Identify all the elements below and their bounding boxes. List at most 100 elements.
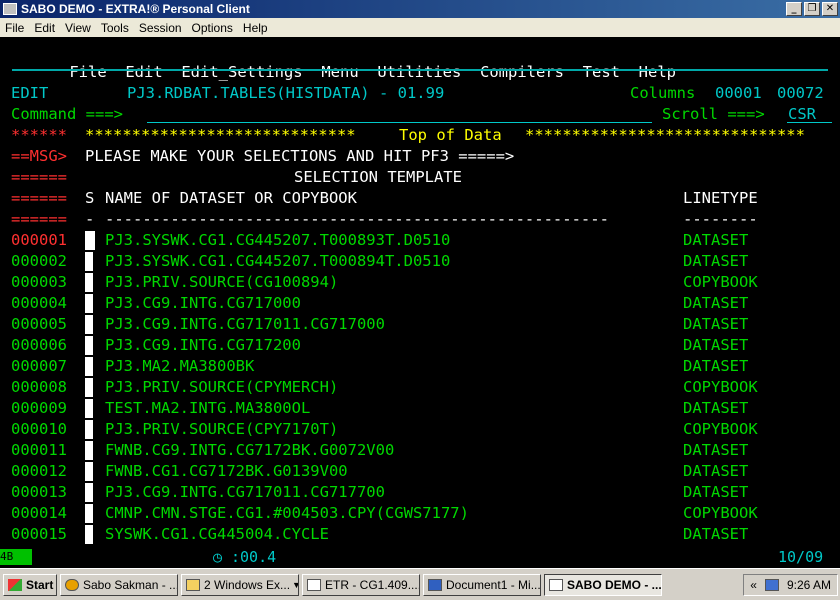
- dataset-name-cell[interactable]: PJ3.CG9.INTG.CG717000: [105, 293, 301, 314]
- line-number[interactable]: 000014: [11, 503, 67, 524]
- selection-field[interactable]: [85, 525, 93, 544]
- ispf-menu-file[interactable]: File: [69, 63, 106, 81]
- selection-field[interactable]: [85, 315, 93, 334]
- taskbar-item-sabo-sakman[interactable]: Sabo Sakman - ...: [60, 573, 178, 596]
- taskbar-item-windows-explorer[interactable]: 2 Windows Ex... ▼: [181, 573, 299, 596]
- response-timer: :00.4: [231, 548, 277, 566]
- linetype-cell[interactable]: DATASET: [683, 524, 748, 545]
- ispf-menu-test[interactable]: Test: [583, 63, 620, 81]
- dataset-name-cell[interactable]: PJ3.PRIV.SOURCE(CG100894): [105, 272, 338, 293]
- ispf-menu-help[interactable]: Help: [639, 63, 676, 81]
- line-number[interactable]: 000008: [11, 377, 67, 398]
- ispf-menu-compilers[interactable]: Compilers: [480, 63, 564, 81]
- selection-field[interactable]: [85, 378, 93, 397]
- line-number[interactable]: 000012: [11, 461, 67, 482]
- selection-field[interactable]: [85, 357, 93, 376]
- menu-options[interactable]: Options: [187, 21, 238, 35]
- menu-help[interactable]: Help: [238, 21, 273, 35]
- linetype-cell[interactable]: DATASET: [683, 356, 748, 377]
- linetype-cell[interactable]: DATASET: [683, 335, 748, 356]
- column-start: 00001: [715, 84, 762, 102]
- close-icon[interactable]: ✕: [822, 2, 838, 16]
- linetype-cell[interactable]: DATASET: [683, 482, 748, 503]
- selection-field[interactable]: [85, 504, 93, 523]
- dataset-name-cell[interactable]: PJ3.SYSWK.CG1.CG445207.T000893T.D0510: [105, 230, 450, 251]
- dataset-name-cell[interactable]: PJ3.CG9.INTG.CG717200: [105, 335, 301, 356]
- taskbar-item-label: Document1 - Mi...: [446, 577, 541, 592]
- line-number[interactable]: 000007: [11, 356, 67, 377]
- line-number[interactable]: 000011: [11, 440, 67, 461]
- linetype-cell[interactable]: DATASET: [683, 440, 748, 461]
- selection-field[interactable]: [85, 483, 93, 502]
- line-number[interactable]: 000013: [11, 482, 67, 503]
- selection-field[interactable]: [85, 231, 95, 250]
- ispf-menu-edit-settings[interactable]: Edit_Settings: [181, 63, 302, 81]
- tray-expand-icon[interactable]: «: [750, 578, 757, 592]
- line-number[interactable]: 000002: [11, 251, 67, 272]
- linetype-cell[interactable]: DATASET: [683, 461, 748, 482]
- cursor-position: 10/09: [778, 548, 824, 566]
- ispf-menu-utilities[interactable]: Utilities: [377, 63, 461, 81]
- dataset-name-cell[interactable]: PJ3.MA2.MA3800BK: [105, 356, 254, 377]
- selection-field[interactable]: [85, 441, 93, 460]
- line-number[interactable]: 000005: [11, 314, 67, 335]
- linetype-cell[interactable]: COPYBOOK: [683, 503, 758, 524]
- linetype-cell[interactable]: COPYBOOK: [683, 419, 758, 440]
- top-prefix: ******: [11, 126, 67, 144]
- app-icon[interactable]: [3, 3, 17, 15]
- dataset-name-cell[interactable]: PJ3.CG9.INTG.CG717011.CG717000: [105, 314, 385, 335]
- linetype-cell[interactable]: DATASET: [683, 314, 748, 335]
- restore-icon[interactable]: ❐: [804, 2, 820, 16]
- line-number[interactable]: 000001: [11, 230, 67, 251]
- dataset-name-cell[interactable]: SYSWK.CG1.CG445004.CYCLE: [105, 524, 329, 545]
- line-number[interactable]: 000015: [11, 524, 67, 545]
- minimize-icon[interactable]: _: [786, 2, 802, 16]
- linetype-cell[interactable]: DATASET: [683, 293, 748, 314]
- taskbar-item-sabo-demo[interactable]: SABO DEMO - ...: [544, 573, 662, 596]
- windows-logo-icon: [8, 578, 22, 591]
- menu-session[interactable]: Session: [134, 21, 187, 35]
- selection-field[interactable]: [85, 252, 93, 271]
- dataset-name-cell[interactable]: FWNB.CG9.INTG.CG7172BK.G0072V00: [105, 440, 394, 461]
- ispf-menu-edit[interactable]: Edit: [125, 63, 162, 81]
- selection-field[interactable]: [85, 336, 93, 355]
- linetype-cell[interactable]: COPYBOOK: [683, 272, 758, 293]
- selection-field[interactable]: [85, 294, 93, 313]
- selection-field[interactable]: [85, 462, 93, 481]
- linetype-cell[interactable]: DATASET: [683, 398, 748, 419]
- ispf-menu-menu[interactable]: Menu: [321, 63, 358, 81]
- line-number[interactable]: 000010: [11, 419, 67, 440]
- column-end: 00072: [777, 84, 824, 102]
- linetype-cell[interactable]: DATASET: [683, 230, 748, 251]
- line-number[interactable]: 000006: [11, 335, 67, 356]
- linetype-cell[interactable]: COPYBOOK: [683, 377, 758, 398]
- selection-field[interactable]: [85, 399, 93, 418]
- taskbar-item-etr[interactable]: ETR - CG1.409....: [302, 573, 420, 596]
- menu-tools[interactable]: Tools: [96, 21, 134, 35]
- taskbar-item-document1[interactable]: Document1 - Mi...: [423, 573, 541, 596]
- line-number[interactable]: 000009: [11, 398, 67, 419]
- note-prefix-3: ======: [11, 210, 67, 228]
- line-number[interactable]: 000004: [11, 293, 67, 314]
- start-label: Start: [26, 577, 54, 592]
- dataset-name-cell[interactable]: PJ3.PRIV.SOURCE(CPY7170T): [105, 419, 338, 440]
- menu-file[interactable]: File: [0, 21, 29, 35]
- dataset-name-cell[interactable]: PJ3.SYSWK.CG1.CG445207.T000894T.D0510: [105, 251, 450, 272]
- taskbar: Start Sabo Sakman - ... 2 Windows Ex... …: [0, 568, 840, 600]
- menu-view[interactable]: View: [60, 21, 96, 35]
- dataset-name-cell[interactable]: PJ3.PRIV.SOURCE(CPYMERCH): [105, 377, 338, 398]
- linetype-cell[interactable]: DATASET: [683, 251, 748, 272]
- terminal-screen[interactable]: File Edit Edit_Settings Menu Utilities C…: [0, 37, 840, 548]
- dataset-name-cell[interactable]: TEST.MA2.INTG.MA3800OL: [105, 398, 310, 419]
- network-icon[interactable]: [764, 578, 779, 591]
- dataset-name-cell[interactable]: FWNB.CG1.CG7172BK.G0139V00: [105, 461, 348, 482]
- line-number[interactable]: 000003: [11, 272, 67, 293]
- dash-s: -: [85, 210, 95, 228]
- dataset-name-cell[interactable]: CMNP.CMN.STGE.CG1.#004503.CPY(CGWS7177): [105, 503, 469, 524]
- start-button[interactable]: Start: [3, 573, 57, 596]
- selection-field[interactable]: [85, 420, 93, 439]
- folder-icon: [186, 578, 200, 591]
- menu-edit[interactable]: Edit: [29, 21, 60, 35]
- selection-field[interactable]: [85, 273, 93, 292]
- dataset-name-cell[interactable]: PJ3.CG9.INTG.CG717011.CG717700: [105, 482, 385, 503]
